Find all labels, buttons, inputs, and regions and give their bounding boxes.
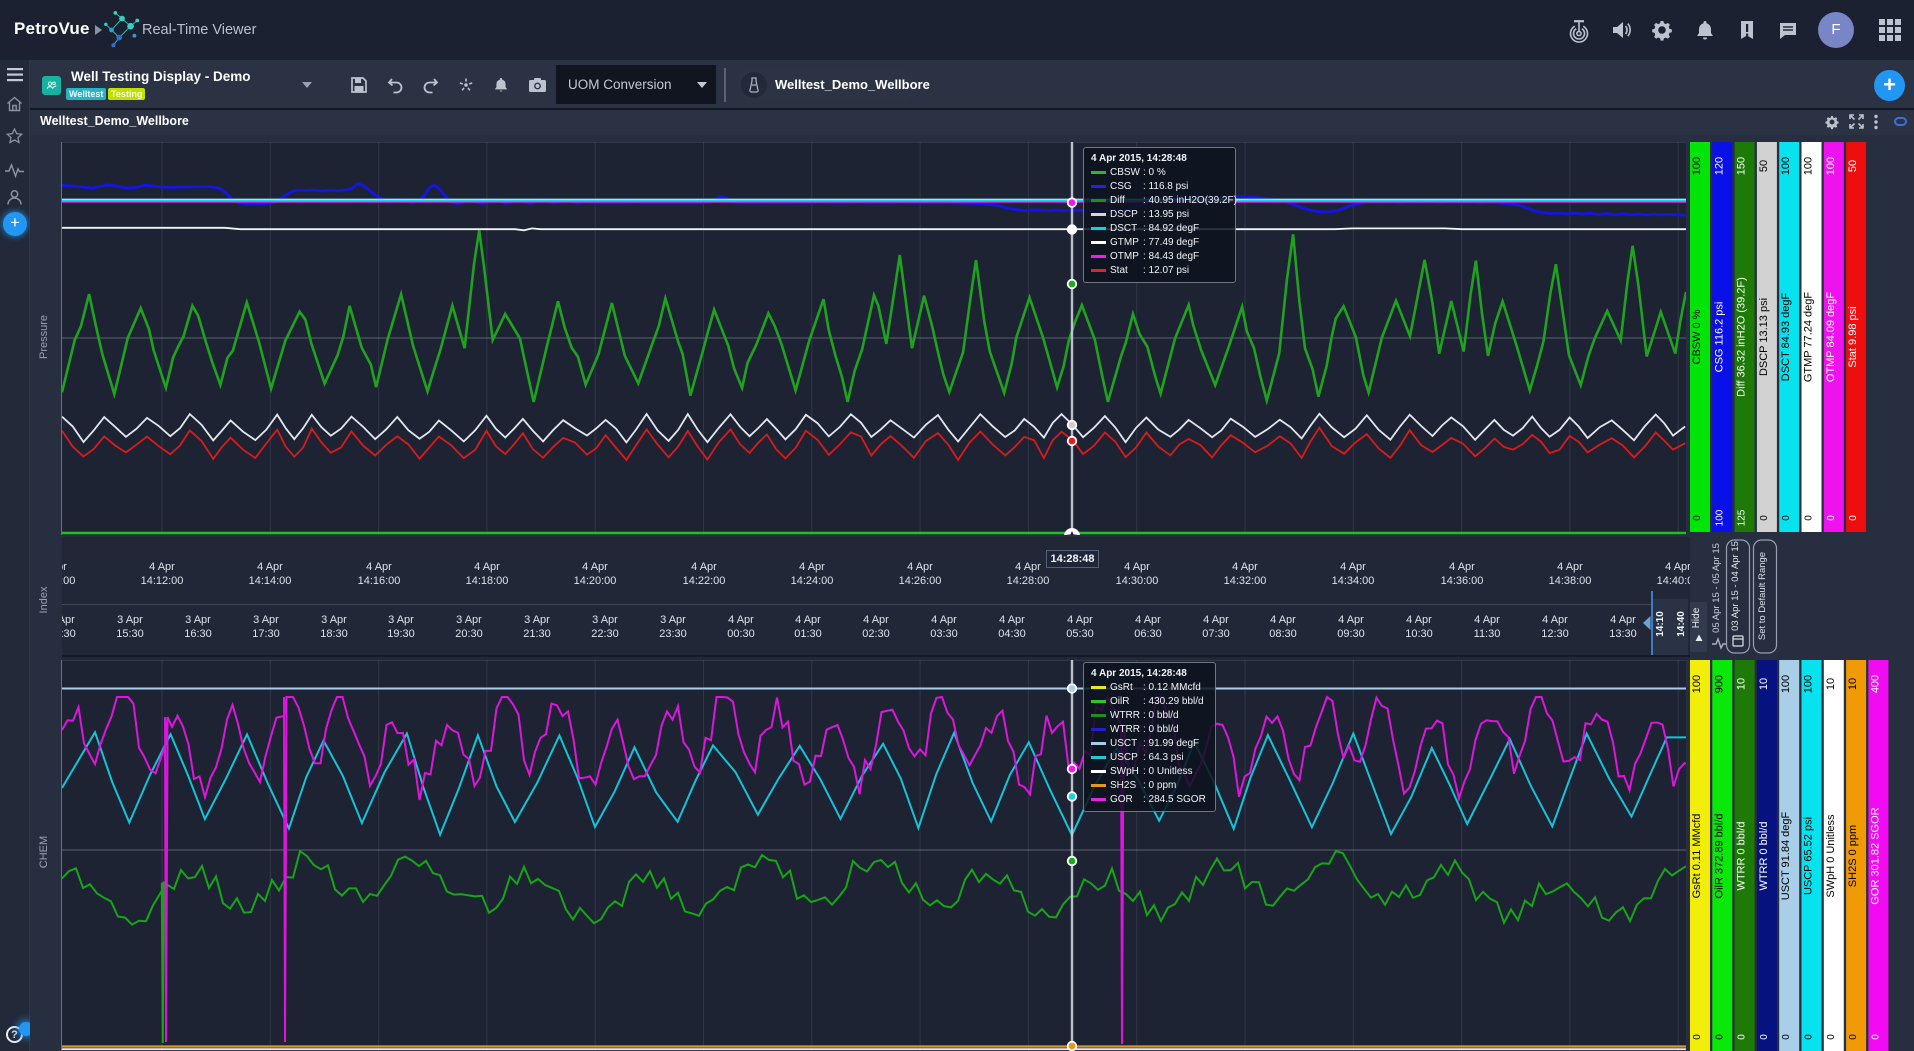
svg-text:0: 0 bbox=[1692, 1034, 1703, 1040]
svg-text:DSCP 13.13 psi: DSCP 13.13 psi bbox=[1758, 298, 1770, 376]
svg-text:Index: Index bbox=[38, 586, 50, 613]
svg-text:400: 400 bbox=[1869, 675, 1881, 693]
svg-text:900: 900 bbox=[1713, 675, 1725, 693]
svg-text:0: 0 bbox=[1826, 1034, 1837, 1040]
svg-text:0: 0 bbox=[1692, 515, 1703, 521]
svg-text:DSCT 84.93 degF: DSCT 84.93 degF bbox=[1780, 292, 1792, 381]
svg-text:14:10: 14:10 bbox=[1655, 611, 1666, 637]
svg-text:Hide: Hide bbox=[1691, 607, 1702, 628]
svg-text:0: 0 bbox=[1714, 1034, 1725, 1040]
svg-text:CSG 116.2 psi: CSG 116.2 psi bbox=[1713, 302, 1725, 373]
svg-text:0: 0 bbox=[1759, 515, 1770, 521]
svg-text:CBSW 0 %: CBSW 0 % bbox=[1691, 309, 1703, 364]
svg-text:0: 0 bbox=[1826, 515, 1837, 521]
svg-text:Diff 36.32 inH2O (39.2F): Diff 36.32 inH2O (39.2F) bbox=[1736, 277, 1748, 397]
svg-text:WTRR 0 bbl/d: WTRR 0 bbl/d bbox=[1736, 821, 1748, 890]
svg-text:CHEM: CHEM bbox=[38, 836, 50, 868]
svg-text:GOR 301.82 SGOR: GOR 301.82 SGOR bbox=[1869, 807, 1881, 904]
svg-text:120: 120 bbox=[1713, 157, 1725, 175]
svg-text:100: 100 bbox=[1691, 157, 1703, 175]
svg-text:0: 0 bbox=[1781, 1034, 1792, 1040]
svg-text:100: 100 bbox=[1825, 157, 1837, 175]
svg-text:150: 150 bbox=[1736, 157, 1748, 175]
svg-text:USCT 91.84 degF: USCT 91.84 degF bbox=[1780, 811, 1792, 900]
svg-text:0: 0 bbox=[1848, 515, 1859, 521]
svg-text:0: 0 bbox=[1870, 1034, 1881, 1040]
svg-text:50: 50 bbox=[1847, 160, 1859, 172]
svg-text:03 Apr 15 - 04 Apr 15: 03 Apr 15 - 04 Apr 15 bbox=[1730, 541, 1741, 631]
svg-text:0: 0 bbox=[1804, 515, 1815, 521]
svg-text:14:40: 14:40 bbox=[1676, 611, 1687, 637]
svg-text:0: 0 bbox=[1759, 1034, 1770, 1040]
svg-text:125: 125 bbox=[1737, 509, 1748, 526]
svg-text:GTMP 77.24 degF: GTMP 77.24 degF bbox=[1803, 292, 1815, 383]
svg-text:100: 100 bbox=[1803, 157, 1815, 175]
svg-text:WTRR 0 bbl/d: WTRR 0 bbl/d bbox=[1758, 821, 1770, 890]
svg-text:10: 10 bbox=[1736, 678, 1748, 690]
svg-text:100: 100 bbox=[1780, 675, 1792, 693]
svg-text:OilR 372.89 bbl/d: OilR 372.89 bbl/d bbox=[1713, 814, 1725, 899]
svg-text:USCP 65.52 psi: USCP 65.52 psi bbox=[1803, 817, 1815, 895]
svg-text:10: 10 bbox=[1825, 678, 1837, 690]
svg-text:OTMP 84.09 degF: OTMP 84.09 degF bbox=[1825, 292, 1837, 383]
svg-text:0: 0 bbox=[1781, 515, 1792, 521]
svg-text:100: 100 bbox=[1691, 675, 1703, 693]
svg-text:100: 100 bbox=[1803, 675, 1815, 693]
svg-text:05 Apr 15 - 05 Apr 15: 05 Apr 15 - 05 Apr 15 bbox=[1711, 543, 1722, 633]
svg-text:GsRt 0.11 MMcfd: GsRt 0.11 MMcfd bbox=[1691, 814, 1703, 899]
svg-text:100: 100 bbox=[1714, 509, 1725, 526]
svg-text:Pressure: Pressure bbox=[38, 315, 50, 359]
svg-text:0: 0 bbox=[1737, 1034, 1748, 1040]
svg-text:Stat 9.98 psi: Stat 9.98 psi bbox=[1847, 306, 1859, 367]
svg-text:50: 50 bbox=[1758, 160, 1770, 172]
svg-text:SH2S 0 ppm: SH2S 0 ppm bbox=[1847, 825, 1859, 887]
svg-text:0: 0 bbox=[1848, 1034, 1859, 1040]
svg-text:Set to Default Range: Set to Default Range bbox=[1757, 552, 1768, 640]
svg-text:100: 100 bbox=[1780, 157, 1792, 175]
svg-text:SWpH 0 Unitless: SWpH 0 Unitless bbox=[1825, 814, 1837, 898]
svg-text:10: 10 bbox=[1758, 678, 1770, 690]
svg-text:0: 0 bbox=[1804, 1034, 1815, 1040]
svg-text:10: 10 bbox=[1847, 678, 1859, 690]
